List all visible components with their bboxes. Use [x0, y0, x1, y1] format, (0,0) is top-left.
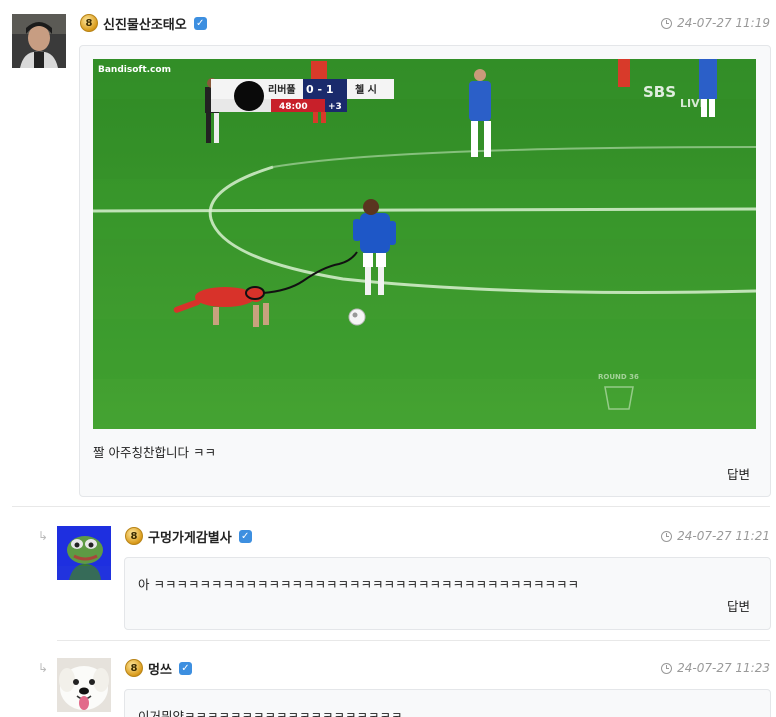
verified-icon: ✓: [178, 661, 192, 675]
timestamp-text: 24-07-27 11:19: [677, 16, 770, 30]
divider: [57, 640, 770, 641]
broadcaster-logo: SBS: [643, 83, 676, 101]
score-team-away: 첼 시: [355, 83, 377, 96]
avatar[interactable]: [57, 526, 111, 580]
timestamp: 24-07-27 11:19: [661, 16, 770, 30]
comment-thread: 8 신진물산조태오 ✓ 24-07-27 11:19 리버풀 0 - 1 첼 시…: [0, 0, 776, 717]
added-time: +3: [328, 102, 342, 112]
comment-header: 8 멍쓰 ✓: [125, 658, 192, 678]
comment-text: 이거뭐얌ㅋㅋㅋㅋㅋㅋㅋㅋㅋㅋㅋㅋㅋㅋㅋㅋㅋㅋㅋ: [138, 709, 403, 717]
score-team-home: 리버풀: [268, 83, 296, 96]
level-badge-icon: 8: [80, 14, 98, 32]
comment-header: 8 구멍가게감별사 ✓: [125, 526, 252, 546]
comment-text: 짤 아주칭찬합니다 ㅋㅋ: [93, 445, 216, 460]
clock-icon: [661, 17, 673, 29]
reply-arrow-icon: ↳: [38, 661, 49, 675]
match-clock: 48:00: [279, 102, 308, 112]
watermark-text: Bandisoft.com: [98, 65, 171, 75]
clock-icon: [661, 662, 673, 674]
comment-text: 아 ㅋㅋㅋㅋㅋㅋㅋㅋㅋㅋㅋㅋㅋㅋㅋㅋㅋㅋㅋㅋㅋㅋㅋㅋㅋㅋㅋㅋㅋㅋㅋㅋㅋㅋㅋㅋㅋ: [138, 577, 579, 592]
embedded-gif[interactable]: 리버풀 0 - 1 첼 시 48:00 +3 Bandisoft.com SBS…: [93, 59, 756, 429]
comment-header: 8 신진물산조태오 ✓: [80, 13, 207, 33]
timestamp: 24-07-27 11:21: [661, 529, 770, 543]
username[interactable]: 구멍가게감별사: [148, 527, 232, 546]
score-text: 0 - 1: [306, 83, 334, 96]
clock-icon: [661, 530, 673, 542]
comment-body-box: [124, 557, 771, 630]
level-badge-icon: 8: [125, 527, 143, 545]
username[interactable]: 신진물산조태오: [103, 14, 187, 33]
timestamp-text: 24-07-27 11:23: [677, 661, 770, 675]
avatar[interactable]: [57, 658, 111, 712]
avatar[interactable]: [12, 14, 66, 68]
divider: [12, 506, 770, 507]
timestamp: 24-07-27 11:23: [661, 661, 770, 675]
live-label: LIVE: [680, 97, 707, 110]
username[interactable]: 멍쓰: [148, 659, 172, 678]
level-badge-icon: 8: [125, 659, 143, 677]
reply-button[interactable]: 답변: [727, 596, 750, 615]
timestamp-text: 24-07-27 11:21: [677, 529, 770, 543]
reply-arrow-icon: ↳: [38, 529, 49, 543]
verified-icon: ✓: [193, 16, 207, 30]
reply-button[interactable]: 답변: [727, 464, 750, 483]
verified-icon: ✓: [238, 529, 252, 543]
round-label: ROUND 36: [598, 373, 639, 381]
